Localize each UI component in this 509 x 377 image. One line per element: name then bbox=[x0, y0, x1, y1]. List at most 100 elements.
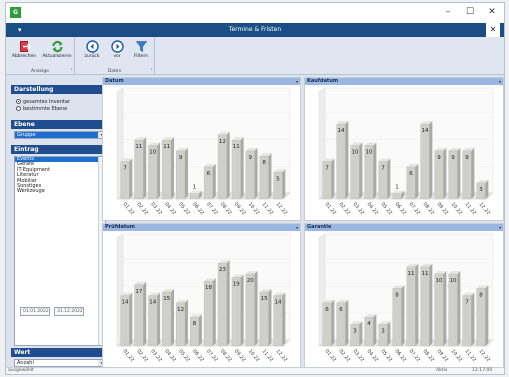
chart-tick-label: 12.22 bbox=[477, 348, 491, 363]
chart-bar-side bbox=[373, 314, 377, 346]
chart-bar bbox=[406, 266, 416, 347]
chart-data-label: 7 bbox=[465, 300, 469, 306]
chart-bar-side bbox=[254, 271, 258, 346]
chart-data-label: 6 bbox=[207, 171, 211, 177]
sort-icon: ▾ bbox=[295, 225, 298, 230]
application-window: G – ☐ ✕ ▾ Termine & Fristen ✕ Abbrechen bbox=[5, 2, 505, 375]
chart-data-label: 3 bbox=[479, 187, 483, 193]
chart-tick-label: 03.22 bbox=[149, 348, 163, 363]
chart-tick-label: 12.22 bbox=[477, 201, 491, 216]
chart-bar bbox=[392, 193, 402, 200]
date-to-field[interactable]: 31.12.2022 bbox=[54, 307, 84, 316]
radio-bestimmte-ebene[interactable]: bestimmte Ebene bbox=[16, 106, 67, 113]
chart-tick-label: 10.22 bbox=[449, 201, 463, 216]
chart-bar bbox=[420, 123, 430, 200]
chart-data-label: 6 bbox=[409, 171, 413, 177]
ribbon-group-expander-icon[interactable]: ⌝ bbox=[150, 69, 152, 74]
list-item[interactable]: Werkzeuge bbox=[15, 189, 105, 195]
close-button[interactable]: ✕ bbox=[482, 5, 502, 20]
ebene-select-value: Gruppe bbox=[17, 132, 36, 138]
chart-bar-side bbox=[212, 278, 216, 346]
wert-select-value: Anzahl bbox=[17, 360, 34, 366]
chart-data-label: 8 bbox=[479, 292, 483, 298]
chart-bar-side bbox=[212, 163, 216, 199]
chart-tick-label: 04.22 bbox=[163, 348, 177, 363]
chart-bar-side bbox=[331, 299, 335, 346]
chart-bar-side bbox=[443, 147, 447, 199]
date-from-field[interactable]: 01.01.2022 bbox=[20, 307, 50, 316]
chart-tick-label: 02.22 bbox=[135, 348, 149, 363]
window-title: Termine & Fristen bbox=[228, 26, 282, 33]
chart-pruefdatum: 14 01.22 17 02.22 14 03.22 15 04.22 12 05.22 8 06.2… bbox=[116, 232, 291, 363]
cancel-button[interactable]: Abbrechen bbox=[9, 40, 39, 66]
chart-tick-label: 02.22 bbox=[337, 348, 351, 363]
status-state: Aktiv bbox=[436, 368, 448, 373]
chart-bar-side bbox=[429, 121, 433, 199]
chart-tick-label: 03.22 bbox=[149, 201, 163, 216]
chart-bar-side bbox=[268, 153, 272, 199]
chart-panel-title: Garantie ▾ bbox=[305, 224, 503, 231]
chart-data-label: 6 bbox=[339, 307, 343, 313]
chart-tick-label: 10.22 bbox=[247, 348, 261, 363]
chart-bar-side bbox=[345, 121, 349, 199]
chart-tick-label: 05.22 bbox=[379, 201, 393, 216]
chart-tick-label: 04.22 bbox=[365, 201, 379, 216]
eintrag-listbox[interactable]: Events Geräte IT-Equipment Literatur Mob… bbox=[14, 156, 106, 346]
chart-tick-label: 12.22 bbox=[275, 201, 289, 216]
chart-bar-side bbox=[359, 142, 363, 199]
chart-data-label: 5 bbox=[276, 176, 280, 182]
chart-data-label: 10 bbox=[436, 278, 443, 284]
dialog-close-button[interactable]: ✕ bbox=[486, 23, 500, 37]
back-arrow-icon bbox=[85, 40, 99, 53]
chart-tick-label: 01.22 bbox=[121, 348, 135, 363]
chart-bar-side bbox=[485, 285, 489, 346]
chart-data-label: 23 bbox=[219, 267, 226, 273]
chart-data-label: 9 bbox=[451, 155, 455, 161]
chart-tick-label: 11.22 bbox=[261, 201, 275, 216]
chart-panel-garantie: Garantie ▾ 6 01.22 6 02.22 3 03.22 4 04.22 3 05.22… bbox=[304, 223, 504, 368]
chart-bar-side bbox=[373, 142, 377, 199]
minimize-button[interactable]: – bbox=[438, 5, 458, 20]
radio-selected-icon bbox=[16, 99, 21, 104]
chart-tick-label: 01.22 bbox=[121, 201, 135, 216]
maximize-button[interactable]: ☐ bbox=[460, 5, 480, 20]
ribbon-group-expander-icon[interactable]: ⌝ bbox=[70, 69, 72, 74]
sort-icon: ▾ bbox=[498, 225, 501, 230]
chart-data-label: 7 bbox=[381, 166, 385, 172]
main-content: Darstellung gesamtes Inventar bestimmte … bbox=[6, 75, 504, 369]
chart-data-label: 12 bbox=[219, 139, 226, 145]
chart-data-label: 8 bbox=[262, 160, 266, 166]
chart-data-label: 3 bbox=[353, 328, 357, 334]
chart-tick-label: 10.22 bbox=[247, 201, 261, 216]
chart-bar bbox=[245, 273, 255, 347]
chart-bar bbox=[448, 273, 458, 347]
chart-bar-side bbox=[401, 285, 405, 346]
chart-tick-label: 08.22 bbox=[219, 348, 233, 363]
chart-bar-side bbox=[184, 147, 188, 199]
chart-bar-side bbox=[129, 292, 133, 346]
chart-tick-label: 06.22 bbox=[191, 348, 205, 363]
wert-select[interactable]: Anzahl ▾ bbox=[14, 359, 106, 367]
radio-gesamtes-inventar[interactable]: gesamtes Inventar bbox=[16, 99, 70, 106]
chart-tick-label: 09.22 bbox=[435, 348, 449, 363]
ribbon-group-anzeige: Abbrechen Aktualisieren Anzeige ⌝ bbox=[6, 37, 75, 75]
filter-button[interactable]: Filtern bbox=[126, 40, 156, 66]
chart-data-label: 7 bbox=[325, 166, 329, 172]
filter-button-label: Filtern bbox=[134, 54, 148, 59]
chart-data-label: 8 bbox=[395, 292, 399, 298]
status-time: 12:17:00 bbox=[472, 368, 493, 373]
forward-arrow-icon bbox=[110, 40, 124, 53]
chart-tick-label: 11.22 bbox=[463, 348, 477, 363]
chart-bar-side bbox=[129, 158, 133, 199]
chart-tick-label: 10.22 bbox=[449, 348, 463, 363]
chart-title: Garantie bbox=[307, 224, 332, 230]
chart-data-label: 17 bbox=[135, 289, 142, 295]
cancel-button-label: Abbrechen bbox=[11, 54, 37, 59]
chart-garantie: 6 01.22 6 02.22 3 03.22 4 04.22 3 05.22 8 06.22 11 07… bbox=[318, 232, 494, 363]
chart-bar-side bbox=[415, 263, 419, 346]
chart-tick-label: 04.22 bbox=[163, 201, 177, 216]
chart-data-label: 11 bbox=[233, 144, 240, 150]
refresh-button[interactable]: Aktualisieren bbox=[42, 40, 72, 66]
ebene-select[interactable]: Gruppe ▾ bbox=[14, 131, 106, 139]
eintrag-header: Eintrag bbox=[11, 145, 106, 154]
